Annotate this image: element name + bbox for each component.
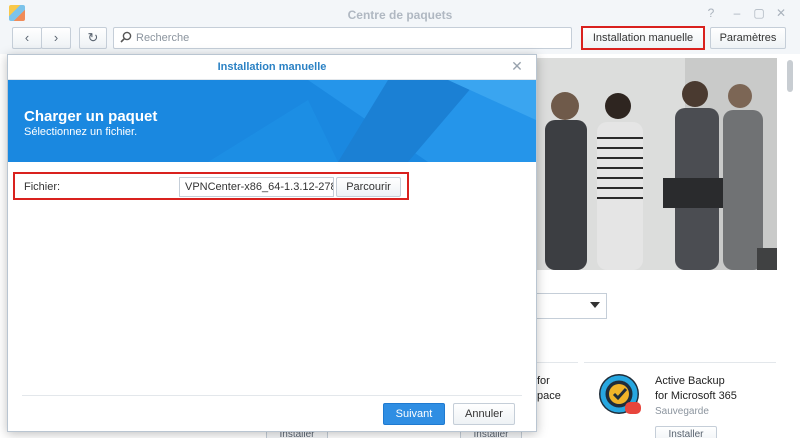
manual-install-dialog: Installation manuelle ✕ Charger un paque…: [7, 54, 537, 432]
settings-button[interactable]: Paramètres: [710, 27, 786, 49]
minimize-icon[interactable]: –: [730, 6, 744, 20]
file-field-label: Fichier:: [24, 181, 61, 193]
search-icon: [120, 31, 132, 43]
title-bar: Centre de paquets ? – ▢ ✕: [0, 0, 800, 26]
package-card-title-fragment: for pace: [537, 375, 561, 402]
active-backup-icon: [599, 374, 641, 414]
refresh-button[interactable]: ↻: [79, 27, 107, 49]
chevron-left-icon: ‹: [24, 30, 30, 45]
close-icon[interactable]: ✕: [774, 6, 788, 20]
search-placeholder: Recherche: [136, 32, 190, 44]
dialog-header-banner: Charger un paquet Sélectionnez un fichie…: [8, 80, 536, 162]
install-button[interactable]: Installer: [655, 426, 717, 438]
file-path-field[interactable]: VPNCenter-x86_64-1.3.12-278: [179, 177, 334, 197]
dialog-title: Installation manuelle: [8, 55, 536, 80]
toolbar: ‹ › ↻ Recherche Installation manuelle Pa…: [0, 26, 800, 54]
cancel-button[interactable]: Annuler: [453, 403, 515, 425]
refresh-icon: ↻: [87, 30, 99, 45]
forward-button[interactable]: ›: [41, 27, 71, 49]
maximize-icon[interactable]: ▢: [752, 6, 766, 20]
scrollbar-thumb[interactable]: [787, 60, 793, 92]
package-card-title: Active Backup for Microsoft 365: [655, 375, 737, 402]
file-upload-row: Fichier: VPNCenter-x86_64-1.3.12-278 Par…: [13, 172, 409, 200]
next-button[interactable]: Suivant: [383, 403, 445, 425]
category-filter-select[interactable]: [533, 293, 607, 319]
back-button[interactable]: ‹: [12, 27, 42, 49]
dialog-heading: Charger un paquet: [24, 108, 158, 125]
help-icon[interactable]: ?: [704, 6, 718, 20]
chevron-down-icon: [590, 302, 600, 308]
search-input[interactable]: Recherche: [113, 27, 572, 49]
package-card-category: Sauvegarde: [655, 406, 709, 417]
dialog-subheading: Sélectionnez un fichier.: [24, 126, 138, 138]
window-title: Centre de paquets: [347, 8, 453, 22]
footer-divider: [22, 395, 522, 396]
manual-install-button[interactable]: Installation manuelle: [581, 26, 705, 50]
close-icon[interactable]: ✕: [510, 59, 524, 73]
browse-button[interactable]: Parcourir: [336, 177, 401, 197]
chevron-right-icon: ›: [53, 30, 59, 45]
banner-people-illustration: [535, 58, 777, 270]
promo-banner-image: [535, 58, 777, 270]
